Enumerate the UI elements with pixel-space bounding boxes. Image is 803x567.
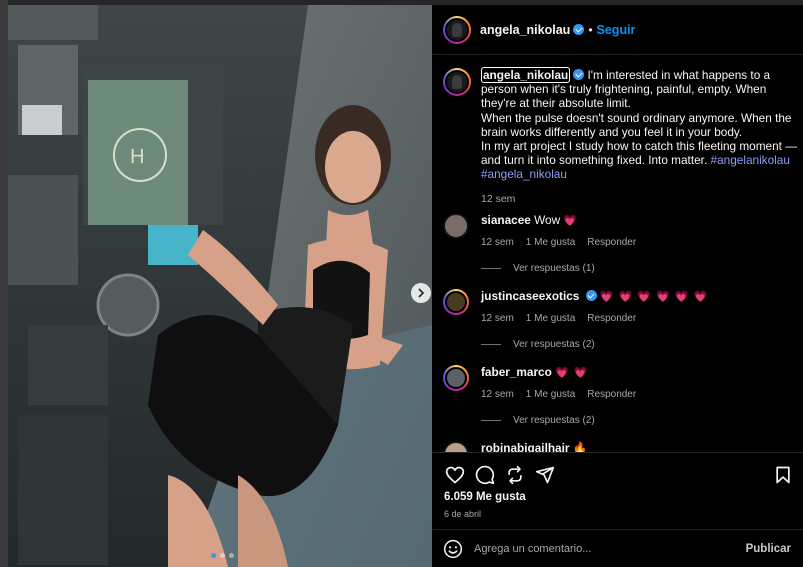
post-photo: H: [8, 5, 432, 567]
reply-button[interactable]: Responder: [587, 389, 636, 400]
comment-emoji: 🔥: [572, 441, 588, 452]
commenter-avatar[interactable]: [443, 289, 469, 315]
caption: angela_nikolau I'm interested in what ha…: [443, 67, 803, 205]
repost-icon: [508, 465, 522, 485]
svg-text:H: H: [130, 146, 144, 168]
reply-button[interactable]: Responder: [587, 237, 636, 248]
commenter-avatar[interactable]: [443, 441, 469, 452]
post-header: angela_nikolau • Seguir: [432, 5, 803, 55]
carousel-dot: [220, 553, 225, 558]
share-icon: [535, 466, 555, 484]
carousel-dot: [229, 553, 234, 558]
commenter-avatar[interactable]: [443, 213, 469, 239]
comments-scroll-area[interactable]: angela_nikolau I'm interested in what ha…: [432, 56, 803, 452]
comment-time: 12 sem: [481, 237, 514, 248]
likes-count[interactable]: 6.059 Me gusta: [444, 491, 526, 503]
verified-badge-icon: [573, 69, 585, 80]
post-panel: angela_nikolau • Seguir angela_nikolau I…: [432, 5, 803, 567]
view-replies-button[interactable]: Ver respuestas (2): [481, 415, 803, 426]
commenter-username[interactable]: justincaseexotics: [481, 289, 579, 303]
commenter-username[interactable]: faber_marco: [481, 365, 552, 379]
comment-meta: 12 sem 1 Me gusta Responder: [481, 389, 803, 400]
comment-likes[interactable]: 1 Me gusta: [526, 389, 575, 400]
post-date: 6 de abril: [444, 509, 482, 519]
comment-item: justincaseexotics 💗 💗 💗 💗 💗 💗 12 sem 1 M…: [443, 289, 803, 350]
backdrop-left: [0, 0, 8, 567]
reply-button[interactable]: Responder: [587, 313, 636, 324]
chevron-right-icon: [418, 288, 425, 298]
comment-button[interactable]: [473, 463, 497, 487]
comment-time: 12 sem: [481, 389, 514, 400]
post-media[interactable]: H: [8, 5, 432, 567]
separator: •: [588, 22, 593, 37]
comment-item: sianacee Wow 💗 12 sem 1 Me gusta Respond…: [443, 213, 803, 274]
carousel-dot: [211, 553, 216, 558]
comment-line: faber_marco 💗 💗: [481, 365, 803, 380]
hashtag-link[interactable]: #angelanikolau: [711, 153, 790, 167]
caption-text: angela_nikolau I'm interested in what ha…: [481, 67, 803, 182]
like-button[interactable]: [443, 463, 467, 487]
commenter-avatar[interactable]: [443, 365, 469, 391]
emoji-icon: [443, 539, 463, 558]
hashtag-link[interactable]: #angela_nikolau: [481, 167, 567, 181]
comment-input[interactable]: [474, 542, 746, 555]
bookmark-icon: [776, 466, 790, 484]
caption-text-2: When the pulse doesn't sound ordinary an…: [481, 110, 792, 139]
comment-item: faber_marco 💗 💗 12 sem 1 Me gusta Respon…: [443, 365, 803, 426]
view-replies-button[interactable]: Ver respuestas (1): [481, 263, 803, 274]
follow-button[interactable]: Seguir: [597, 23, 636, 37]
carousel-dots: [211, 553, 234, 558]
carousel-next-button[interactable]: [411, 283, 431, 303]
caption-time: 12 sem: [481, 192, 516, 205]
comment-meta: 12 sem 1 Me gusta Responder: [481, 237, 803, 248]
view-replies-button[interactable]: Ver respuestas (2): [481, 339, 803, 350]
comment-line: robinabigailhair 🔥: [481, 441, 803, 452]
comment-emoji: 💗: [563, 215, 579, 227]
verified-badge-icon: [585, 290, 597, 301]
save-button[interactable]: [771, 463, 795, 487]
commenter-username[interactable]: robinabigailhair: [481, 441, 570, 452]
comment-meta: 12 sem 1 Me gusta Responder: [481, 313, 803, 324]
commenter-username[interactable]: sianacee: [481, 213, 531, 227]
add-comment-bar: Publicar: [432, 529, 803, 567]
publish-button[interactable]: Publicar: [746, 543, 791, 555]
heart-icon: [445, 466, 465, 484]
comment-line: justincaseexotics 💗 💗 💗 💗 💗 💗: [481, 289, 803, 304]
comment-text: Wow: [534, 213, 564, 227]
author-avatar[interactable]: [443, 15, 471, 44]
comment-item: robinabigailhair 🔥: [443, 441, 803, 452]
caption-avatar[interactable]: [443, 68, 471, 96]
comment-line: sianacee Wow 💗: [481, 213, 803, 228]
author-username[interactable]: angela_nikolau: [480, 23, 570, 37]
action-row: [443, 463, 795, 487]
emoji-button[interactable]: [442, 538, 464, 560]
comment-likes[interactable]: 1 Me gusta: [526, 313, 575, 324]
verified-badge-icon: [573, 24, 585, 35]
comment-time: 12 sem: [481, 313, 514, 324]
caption-username[interactable]: angela_nikolau: [481, 67, 571, 83]
comment-likes[interactable]: 1 Me gusta: [526, 237, 575, 248]
comment-emoji: 💗 💗: [555, 367, 589, 379]
repost-button[interactable]: [503, 463, 527, 487]
comment-icon: [475, 465, 495, 485]
comment-emoji: 💗 💗 💗 💗 💗 💗: [599, 291, 709, 303]
share-button[interactable]: [533, 463, 557, 487]
